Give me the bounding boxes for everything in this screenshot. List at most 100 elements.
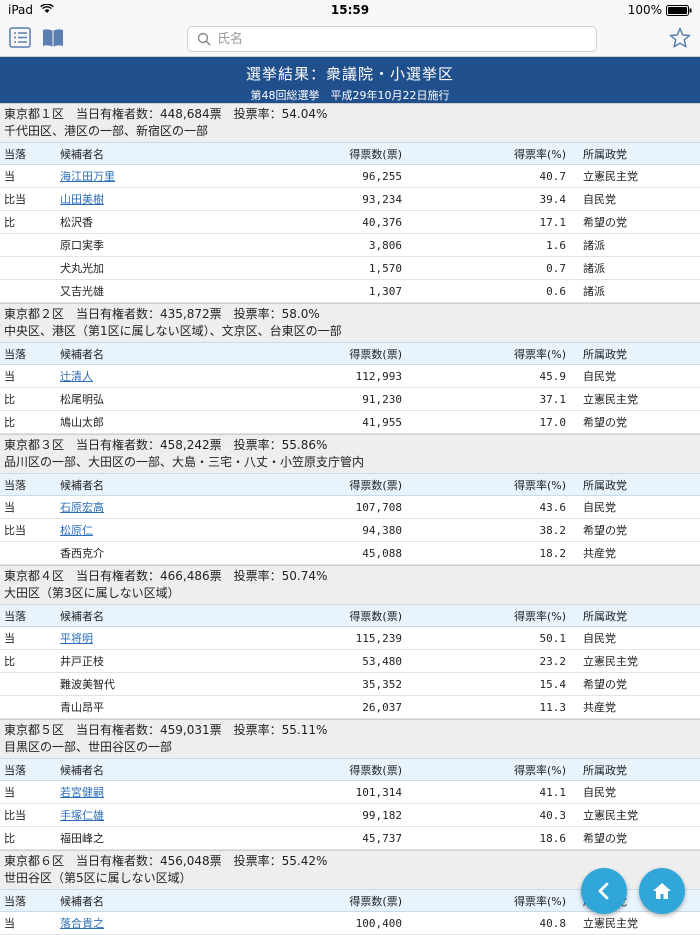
name-cell: 石原宏高 (59, 496, 231, 519)
column-header-rate: 得票率(%) (403, 343, 567, 365)
rate-cell: 0.7 (403, 257, 567, 280)
table-row: 又吉光雄1,3070.6諸派 (0, 280, 700, 303)
rate-cell: 11.3 (403, 696, 567, 719)
party-cell: 諸派 (567, 234, 700, 257)
name-cell: 平将明 (59, 627, 231, 650)
district-area: 千代田区、港区の一部、新宿区の一部 (4, 123, 696, 140)
back-button[interactable] (581, 868, 627, 914)
column-header-name: 候補者名 (59, 143, 231, 165)
result-cell: 比 (0, 411, 59, 434)
star-icon[interactable] (668, 27, 692, 49)
party-cell: 自民党 (567, 627, 700, 650)
column-header-result: 当落 (0, 343, 59, 365)
status-left: iPad (8, 3, 54, 17)
party-cell: 立憲民主党 (567, 388, 700, 411)
table-row: 比福田峰之45,73718.6希望の党 (0, 827, 700, 850)
result-cell: 比 (0, 827, 59, 850)
results-banner: 選挙結果：衆議院・小選挙区 第48回総選挙 平成29年10月22日施行 (0, 57, 700, 103)
home-button[interactable] (639, 868, 685, 914)
search-box[interactable] (187, 26, 597, 52)
party-cell: 希望の党 (567, 519, 700, 542)
battery-percent: 100% (628, 3, 662, 17)
candidate-name: 青山昂平 (60, 701, 104, 714)
results-table: 当落候補者名得票数(票)得票率(%)所属政党当若宮健嗣101,31441.1自民… (0, 758, 700, 850)
district-header: 東京都１区 当日有権者数：448,684票 投票率：54.04%千代田区、港区の… (0, 103, 700, 142)
district-header: 東京都４区 当日有権者数：466,486票 投票率：50.74%大田区（第3区に… (0, 565, 700, 604)
party-cell: 立憲民主党 (567, 912, 700, 935)
list-icon[interactable] (9, 27, 33, 49)
votes-cell: 91,230 (231, 388, 403, 411)
district-area: 目黒区の一部、世田谷区の一部 (4, 739, 696, 756)
party-cell: 自民党 (567, 781, 700, 804)
name-cell: 原口実季 (59, 234, 231, 257)
result-cell (0, 673, 59, 696)
candidate-link[interactable]: 若宮健嗣 (60, 786, 104, 799)
table-header-row: 当落候補者名得票数(票)得票率(%)所属政党 (0, 143, 700, 165)
column-header-name: 候補者名 (59, 474, 231, 496)
result-cell (0, 257, 59, 280)
district-list: 東京都１区 当日有権者数：448,684票 投票率：54.04%千代田区、港区の… (0, 103, 700, 935)
table-row: 香西克介45,08818.2共産党 (0, 542, 700, 565)
candidate-link[interactable]: 手塚仁雄 (60, 809, 104, 822)
votes-cell: 41,955 (231, 411, 403, 434)
district-summary: 東京都６区 当日有権者数：456,048票 投票率：55.42% (4, 853, 696, 870)
candidate-link[interactable]: 石原宏高 (60, 501, 104, 514)
district-area: 中央区、港区（第1区に属しない区域）、文京区、台東区の一部 (4, 323, 696, 340)
table-row: 当石原宏高107,70843.6自民党 (0, 496, 700, 519)
candidate-name: 鳩山太郎 (60, 416, 104, 429)
result-cell: 当 (0, 496, 59, 519)
name-cell: 手塚仁雄 (59, 804, 231, 827)
table-row: 当平将明115,23950.1自民党 (0, 627, 700, 650)
column-header-party: 所属政党 (567, 605, 700, 627)
book-icon[interactable] (41, 27, 65, 49)
name-cell: 福田峰之 (59, 827, 231, 850)
banner-title: 選挙結果：衆議院・小選挙区 (0, 57, 700, 84)
votes-cell: 94,380 (231, 519, 403, 542)
column-header-party: 所属政党 (567, 143, 700, 165)
candidate-name: 松沢香 (60, 216, 93, 229)
search-input[interactable] (215, 31, 589, 48)
candidate-link[interactable]: 落合貴之 (60, 917, 104, 930)
table-header-row: 当落候補者名得票数(票)得票率(%)所属政党 (0, 343, 700, 365)
votes-cell: 115,239 (231, 627, 403, 650)
table-row: 比当松原仁94,38038.2希望の党 (0, 519, 700, 542)
column-header-result: 当落 (0, 143, 59, 165)
party-cell: 希望の党 (567, 827, 700, 850)
votes-cell: 53,480 (231, 650, 403, 673)
column-header-party: 所属政党 (567, 343, 700, 365)
party-cell: 自民党 (567, 188, 700, 211)
district-header: 東京都２区 当日有権者数：435,872票 投票率：58.0%中央区、港区（第1… (0, 303, 700, 342)
name-cell: 海江田万里 (59, 165, 231, 188)
votes-cell: 1,307 (231, 280, 403, 303)
district-area: 品川区の一部、大田区の一部、大島・三宅・八丈・小笠原支庁管内 (4, 454, 696, 471)
column-header-result: 当落 (0, 890, 59, 912)
candidate-link[interactable]: 辻清人 (60, 370, 93, 383)
name-cell: 落合貴之 (59, 912, 231, 935)
rate-cell: 17.0 (403, 411, 567, 434)
result-cell: 比 (0, 650, 59, 673)
candidate-link[interactable]: 平将明 (60, 632, 93, 645)
column-header-name: 候補者名 (59, 343, 231, 365)
party-cell: 希望の党 (567, 411, 700, 434)
search-icon (197, 32, 211, 46)
rate-cell: 43.6 (403, 496, 567, 519)
rate-cell: 38.2 (403, 519, 567, 542)
votes-cell: 100,400 (231, 912, 403, 935)
results-table: 当落候補者名得票数(票)得票率(%)所属政党当海江田万里96,25540.7立憲… (0, 142, 700, 303)
candidate-link[interactable]: 松原仁 (60, 524, 93, 537)
column-header-votes: 得票数(票) (231, 143, 403, 165)
votes-cell: 101,314 (231, 781, 403, 804)
candidate-link[interactable]: 山田美樹 (60, 193, 104, 206)
result-cell: 比当 (0, 188, 59, 211)
party-cell: 立憲民主党 (567, 650, 700, 673)
rate-cell: 45.9 (403, 365, 567, 388)
toolbar (0, 20, 700, 57)
result-cell: 比 (0, 211, 59, 234)
district-summary: 東京都１区 当日有権者数：448,684票 投票率：54.04% (4, 106, 696, 123)
table-row: 犬丸光加1,5700.7諸派 (0, 257, 700, 280)
table-row: 比松尾明弘91,23037.1立憲民主党 (0, 388, 700, 411)
column-header-votes: 得票数(票) (231, 605, 403, 627)
votes-cell: 99,182 (231, 804, 403, 827)
status-right: 100% (628, 3, 692, 17)
candidate-link[interactable]: 海江田万里 (60, 170, 115, 183)
